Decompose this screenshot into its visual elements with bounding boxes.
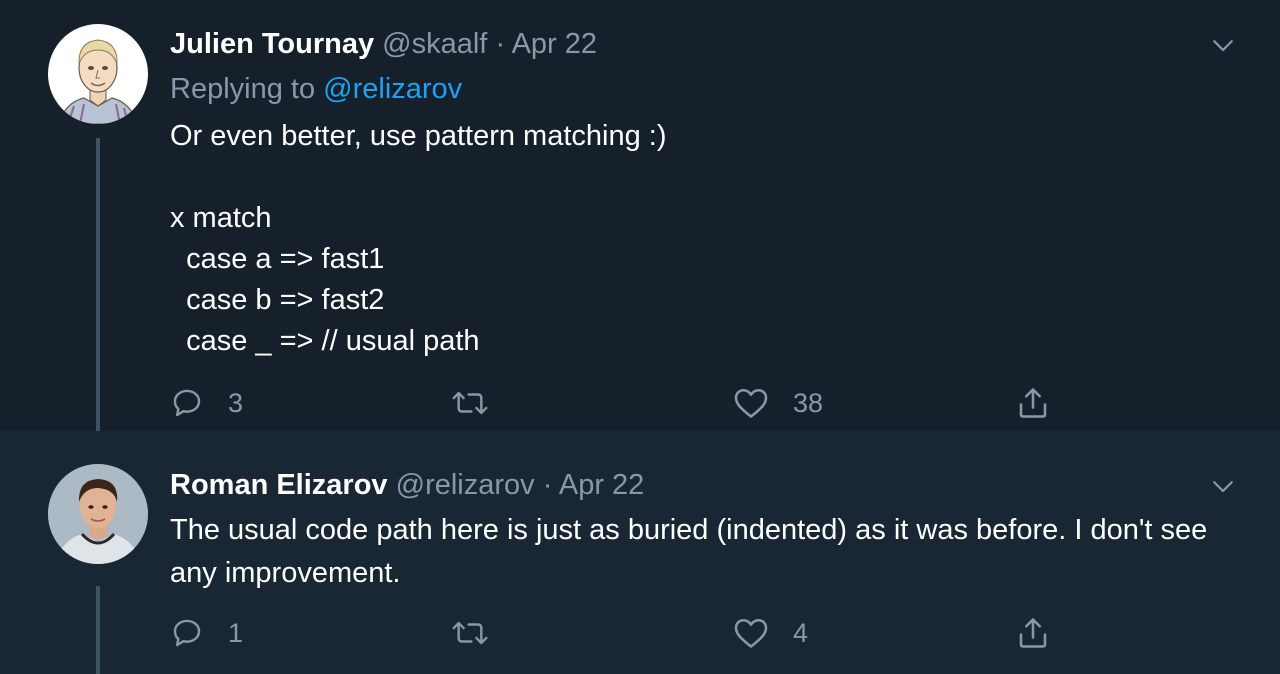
retweet-icon (452, 621, 488, 645)
replying-to-link[interactable]: @relizarov (323, 73, 462, 105)
photo-portrait-avatar-icon (48, 464, 148, 564)
share-icon (1019, 618, 1047, 648)
tweet-content: Roman Elizarov @relizarov · Apr 22 The u… (170, 431, 1240, 674)
reply-icon (173, 389, 201, 417)
like-count: 38 (793, 387, 824, 418)
replying-prefix: Replying to (170, 73, 316, 105)
like-count: 4 (793, 617, 809, 648)
tweet-date[interactable]: Apr 22 (559, 469, 644, 501)
retweet-button[interactable] (450, 613, 490, 653)
separator: · (542, 469, 553, 501)
tweet-roman[interactable]: Roman Elizarov @relizarov · Apr 22 The u… (0, 431, 1280, 674)
separator: · (495, 28, 506, 60)
heart-icon (734, 388, 768, 418)
retweet-icon (452, 391, 488, 415)
tweet-actions: 1 4 (170, 613, 1260, 653)
avatar[interactable] (48, 464, 148, 564)
display-name[interactable]: Julien Tournay (170, 28, 374, 60)
thread-line (96, 138, 100, 431)
display-name[interactable]: Roman Elizarov (170, 469, 388, 501)
tweet-header: Roman Elizarov @relizarov · Apr 22 (170, 467, 644, 503)
tweet-julien[interactable]: Julien Tournay @skaalf · Apr 22 Replying… (0, 0, 1280, 431)
tweet-thread: Julien Tournay @skaalf · Apr 22 Replying… (0, 0, 1280, 674)
chevron-down-icon[interactable] (1208, 471, 1238, 501)
tweet-actions: 3 38 (170, 383, 1260, 423)
illustrated-portrait-avatar-icon (48, 24, 148, 124)
tweet-header: Julien Tournay @skaalf · Apr 22 (170, 26, 597, 62)
heart-icon (734, 618, 768, 648)
reply-icon (173, 619, 201, 647)
reply-count: 3 (228, 387, 244, 418)
like-button[interactable]: 38 (733, 383, 823, 423)
share-icon (1019, 388, 1047, 418)
replying-to-line: Replying to @relizarov (170, 71, 462, 107)
handle[interactable]: @skaalf (382, 28, 487, 60)
share-button[interactable] (1015, 613, 1051, 653)
like-button[interactable]: 4 (733, 613, 808, 653)
tweet-content: Julien Tournay @skaalf · Apr 22 Replying… (170, 0, 1240, 431)
reply-button[interactable]: 1 (170, 613, 243, 653)
share-button[interactable] (1015, 383, 1051, 423)
thread-line (96, 586, 100, 674)
reply-button[interactable]: 3 (170, 383, 243, 423)
handle[interactable]: @relizarov (396, 469, 535, 501)
retweet-button[interactable] (450, 383, 490, 423)
chevron-down-icon[interactable] (1208, 30, 1238, 60)
tweet-text: Or even better, use pattern matching :) … (170, 120, 667, 357)
reply-count: 1 (228, 617, 244, 648)
avatar[interactable] (48, 24, 148, 124)
tweet-text: The usual code path here is just as buri… (170, 514, 1208, 589)
tweet-date[interactable]: Apr 22 (512, 28, 597, 60)
